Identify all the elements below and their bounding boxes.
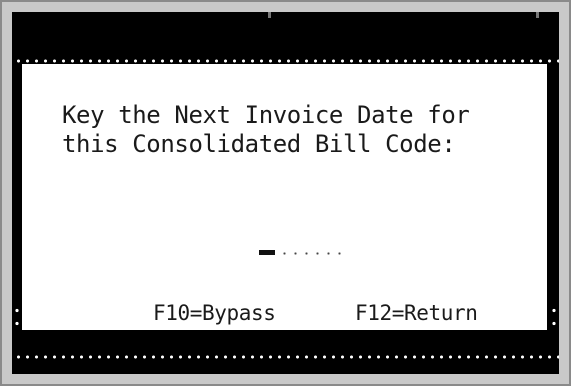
prompt-line-2: this Consolidated Bill Code: [62, 130, 456, 158]
input-placeholder-dots [279, 252, 345, 255]
f12-return-key[interactable]: F12=Return [355, 300, 478, 326]
f10-bypass-key[interactable]: F10=Bypass [153, 300, 276, 326]
prompt-text: Key the Next Invoice Date for this Conso… [62, 101, 470, 159]
prompt-line-1: Key the Next Invoice Date for [62, 101, 470, 129]
next-invoice-date-input[interactable] [259, 246, 345, 258]
bottom-dotted-border [12, 355, 559, 359]
frame-tick-mark [536, 12, 539, 18]
right-border-dots [552, 304, 556, 330]
left-border-dots [15, 304, 19, 330]
text-cursor [259, 250, 275, 255]
frame-tick-mark [268, 12, 271, 18]
top-dotted-border [12, 59, 559, 63]
